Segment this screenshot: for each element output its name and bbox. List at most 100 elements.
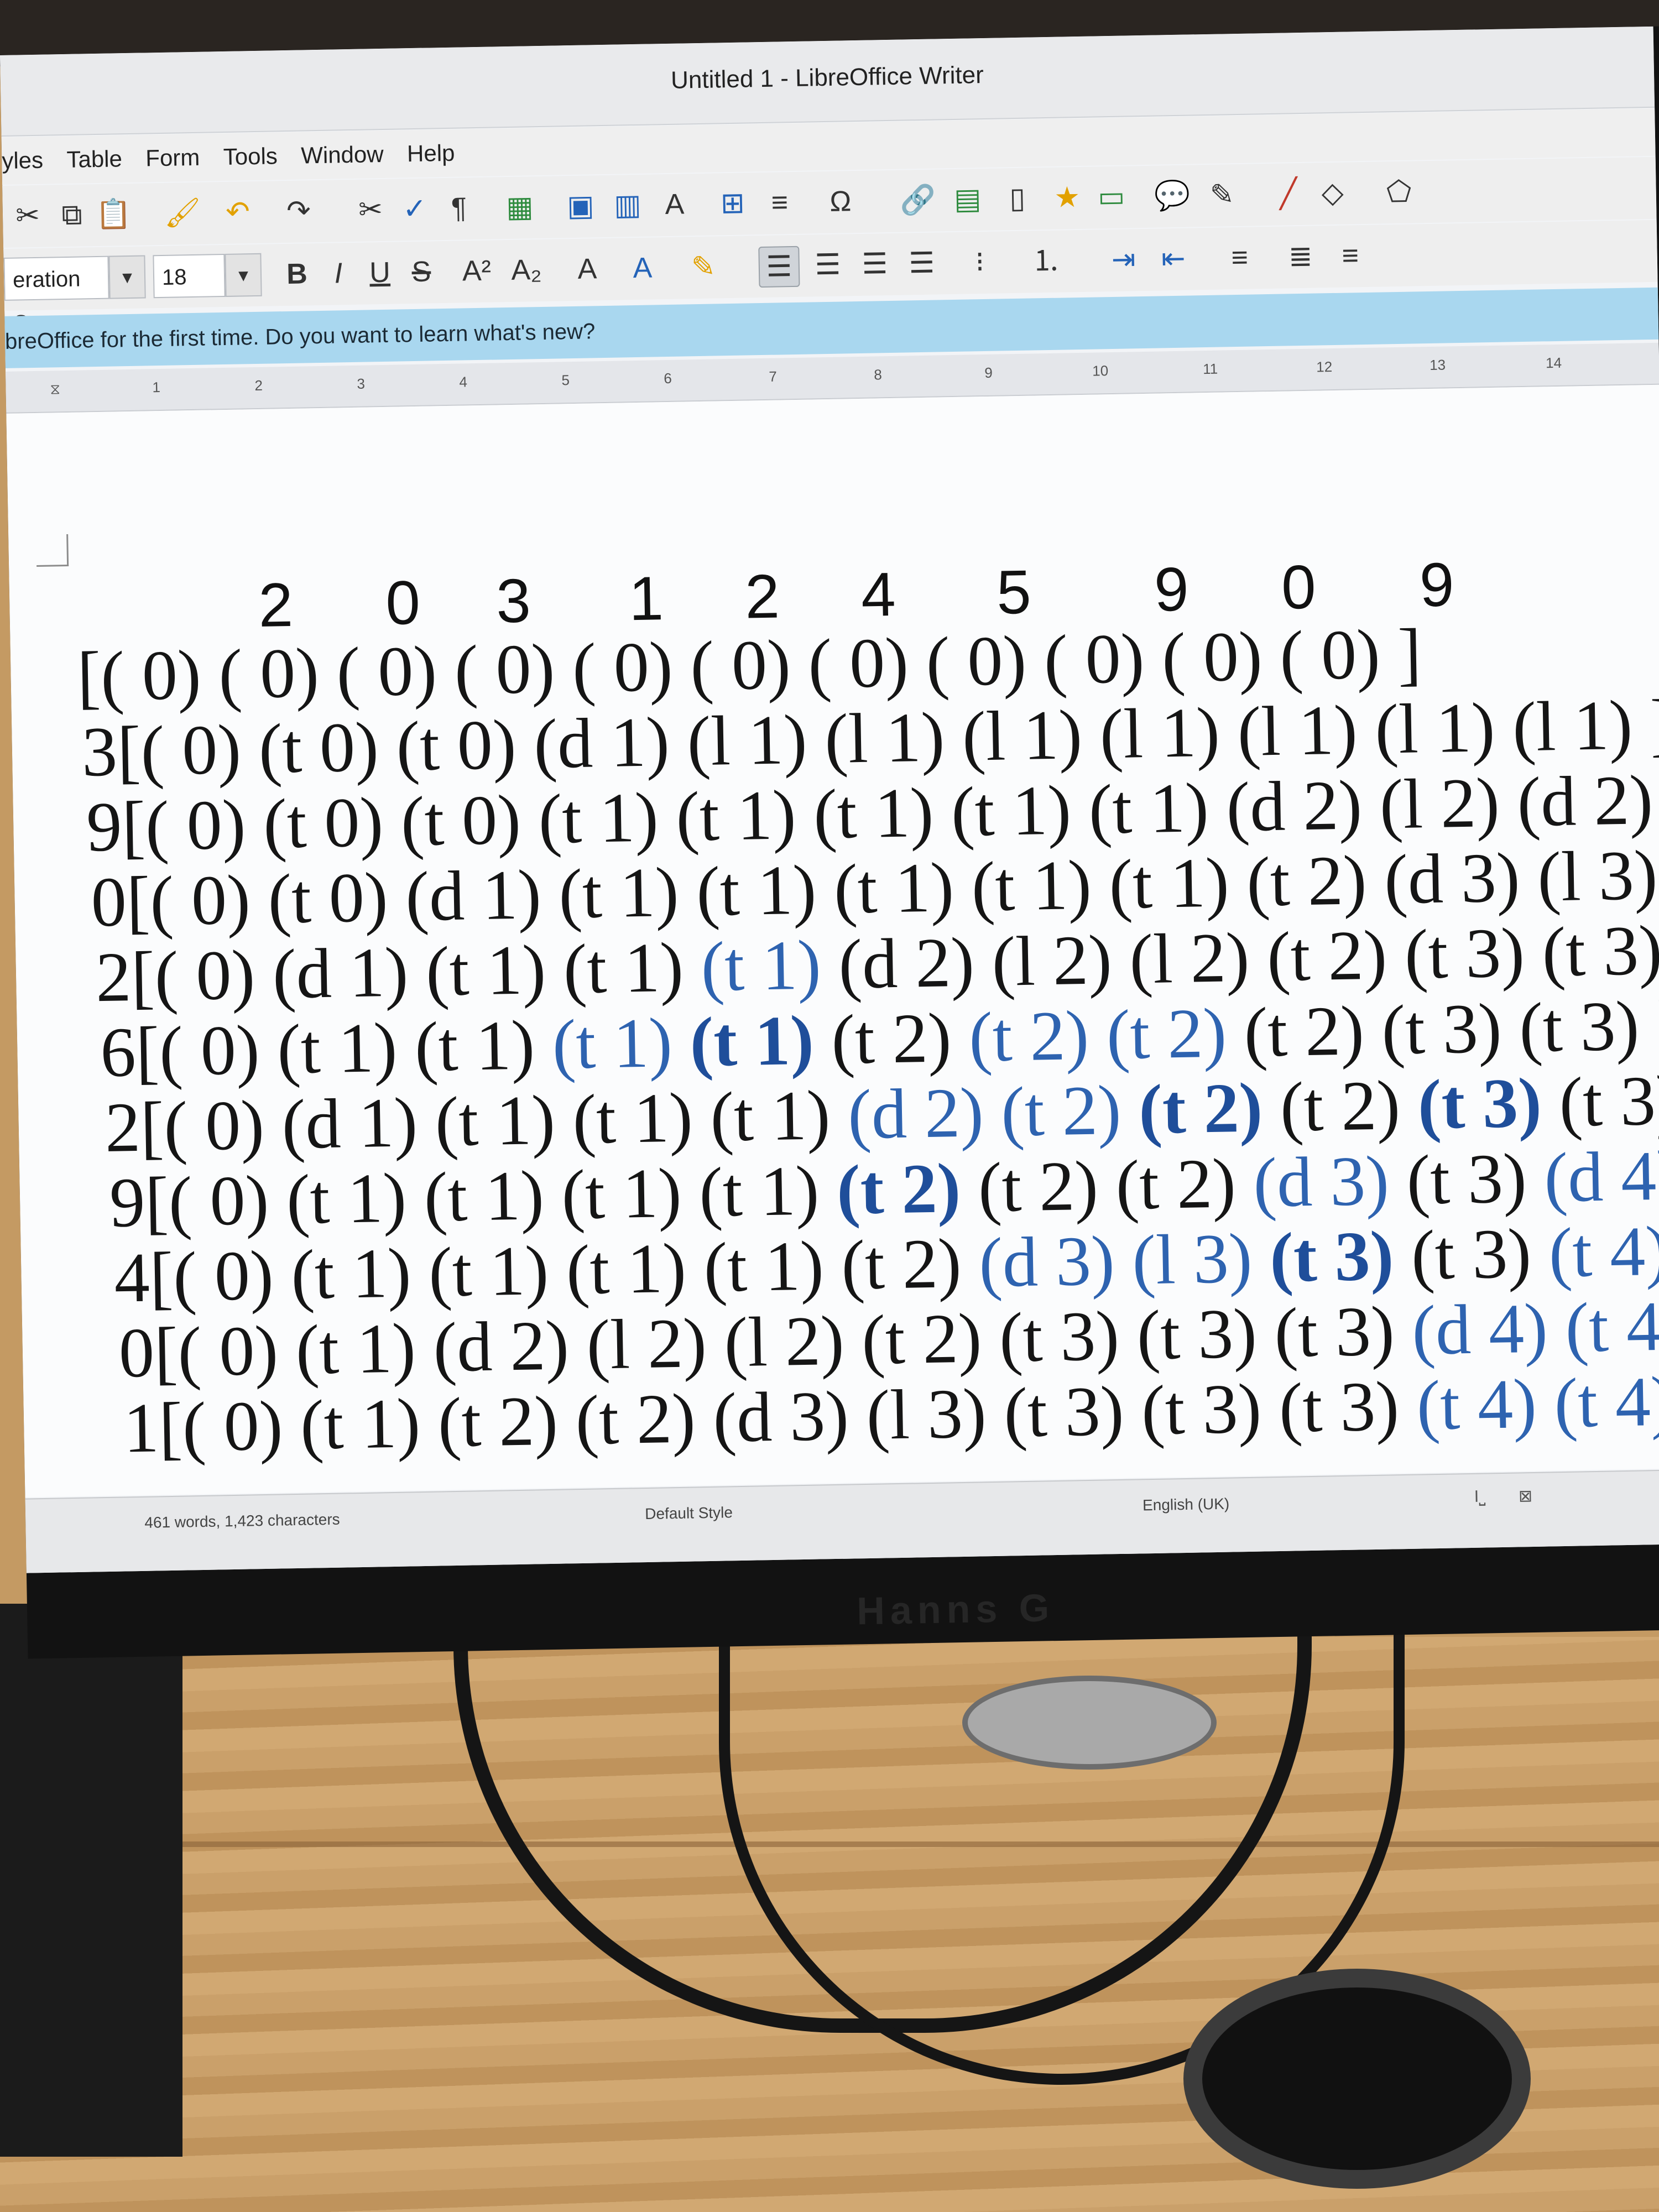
- decrease-indent-icon[interactable]: ⇤: [1154, 239, 1193, 278]
- matrix-cell: (t 1): [561, 1153, 682, 1234]
- row-prefix: 9[: [86, 786, 147, 867]
- matrix-cell: ( 0): [807, 623, 910, 703]
- word-count[interactable]: 461 words, 1,423 characters: [144, 1511, 340, 1532]
- shadow-icon[interactable]: A: [567, 249, 607, 289]
- ruler-mark: 3: [357, 375, 366, 392]
- bold-icon[interactable]: B: [277, 254, 316, 294]
- shapes-icon[interactable]: ◇: [1313, 173, 1352, 212]
- row-close-bracket: ]: [1379, 614, 1422, 693]
- font-color-icon[interactable]: A: [623, 248, 662, 288]
- formatting-marks-icon[interactable]: ¶: [439, 189, 478, 228]
- hyperlink-icon[interactable]: 🔗: [898, 180, 937, 220]
- subscript-icon[interactable]: A₂: [507, 251, 546, 290]
- matrix-cell: (t 2): [1138, 1068, 1264, 1149]
- menu-styles[interactable]: yles: [2, 137, 44, 185]
- menu-form[interactable]: Form: [145, 134, 200, 182]
- matrix-cell: (d 3): [1253, 1141, 1390, 1222]
- menu-help[interactable]: Help: [406, 129, 455, 178]
- cross-reference-icon[interactable]: ▭: [1092, 177, 1131, 216]
- matrix-cell: (l 2): [586, 1303, 707, 1384]
- menu-tools[interactable]: Tools: [223, 132, 278, 181]
- chevron-down-icon[interactable]: ▼: [108, 255, 146, 299]
- row-close-bracket: ]: [1652, 760, 1659, 839]
- matrix-cell: ( 0): [149, 860, 251, 941]
- line-icon[interactable]: ╱: [1269, 174, 1308, 213]
- font-size-box[interactable]: 18: [153, 253, 226, 299]
- font-name-box[interactable]: eration Se: [3, 255, 109, 336]
- language[interactable]: English (UK): [1142, 1495, 1230, 1515]
- superscript-icon[interactable]: A²: [457, 251, 496, 290]
- strikethrough-icon[interactable]: S: [401, 252, 441, 291]
- line-spacing-icon[interactable]: ≡: [1220, 238, 1259, 277]
- selection-mode-icon[interactable]: ⊠: [1519, 1486, 1533, 1506]
- special-character-icon[interactable]: Ω: [821, 182, 860, 221]
- matrix-cell: (t 1): [700, 925, 822, 1006]
- matrix-cell: (t 1): [276, 1008, 398, 1089]
- page-break-icon[interactable]: ⊞: [713, 184, 752, 223]
- matrix-cell: (t 0): [400, 780, 521, 861]
- undo-icon[interactable]: ↶: [218, 192, 257, 232]
- matrix-cell: (l 1): [824, 697, 946, 779]
- draw-functions-icon[interactable]: ⬠: [1379, 172, 1418, 211]
- matrix-cell: (t 4): [1548, 1211, 1659, 1292]
- insert-chart-icon[interactable]: ▥: [608, 186, 647, 225]
- document-page[interactable]: 2031245909 [( 0) ( 0) ( 0) ( 0) ( 0) ( 0…: [6, 384, 1659, 1498]
- find-replace-icon[interactable]: ✂: [351, 190, 390, 229]
- insert-mode-icon[interactable]: I⎵: [1474, 1488, 1486, 1506]
- increase-indent-icon[interactable]: ⇥: [1104, 240, 1143, 279]
- italic-icon[interactable]: I: [319, 254, 358, 293]
- header-footer-icon[interactable]: ▯: [998, 179, 1037, 218]
- insert-table-icon[interactable]: ▦: [500, 187, 539, 227]
- align-right-icon[interactable]: ☰: [855, 244, 894, 284]
- track-changes-icon[interactable]: ✎: [1202, 175, 1241, 215]
- ruler-mark: 5: [561, 372, 570, 389]
- footnote-icon[interactable]: ▤: [948, 180, 987, 219]
- numbering-icon[interactable]: ⒈: [1026, 241, 1066, 280]
- matrix-cell: (t 1): [689, 1000, 815, 1082]
- matrix-cell: ( 0): [1279, 614, 1381, 695]
- ruler-indent-marker[interactable]: ⧖: [50, 380, 60, 398]
- insert-field-icon[interactable]: ≡: [760, 183, 799, 222]
- align-center-icon[interactable]: ☰: [808, 245, 847, 284]
- ruler-mark: 9: [984, 364, 993, 382]
- underline-icon[interactable]: U: [360, 253, 399, 292]
- align-left-icon[interactable]: ☰: [758, 246, 800, 288]
- paragraph-spacing-icon[interactable]: ≣: [1281, 237, 1320, 276]
- redo-icon[interactable]: ↷: [279, 191, 318, 231]
- comment-icon[interactable]: 💬: [1152, 176, 1192, 215]
- matrix-cell: (d 1): [533, 702, 670, 784]
- matrix-cell: (t 4): [1564, 1286, 1659, 1367]
- matrix-cell: ( 0): [181, 1386, 284, 1467]
- matrix-cell: (t 3): [1141, 1369, 1262, 1450]
- row-prefix: 0[: [90, 862, 151, 942]
- spelling-icon[interactable]: ✓: [395, 189, 434, 228]
- ruler-mark: 4: [459, 373, 468, 390]
- bullets-icon[interactable]: ⁝: [960, 243, 999, 282]
- row-prefix: 1[: [123, 1387, 184, 1468]
- menu-table[interactable]: Table: [66, 135, 123, 184]
- matrix-cell: (t 2): [575, 1379, 696, 1460]
- matrix-cell: (t 1): [950, 770, 1072, 852]
- ruler-mark: 11: [1202, 360, 1218, 378]
- menu-window[interactable]: Window: [300, 131, 384, 180]
- clone-formatting-icon[interactable]: 🖌: [163, 194, 202, 233]
- matrix-cell: ( 0): [140, 709, 242, 790]
- copy-icon[interactable]: ⧉: [52, 195, 91, 234]
- cut-icon[interactable]: ✂: [8, 196, 47, 236]
- insert-textbox-icon[interactable]: A: [655, 185, 694, 224]
- matrix-cell: (t 4): [1553, 1361, 1659, 1443]
- bookmark-icon[interactable]: ★: [1047, 178, 1087, 217]
- matrix-cell: (t 2): [968, 995, 1090, 1077]
- matrix-cell: (t 2): [836, 1149, 962, 1229]
- matrix-cell: (t 2): [977, 1146, 1099, 1227]
- justify-icon[interactable]: ☰: [902, 243, 941, 283]
- matrix-cell: (l 1): [1237, 690, 1358, 771]
- page-style[interactable]: Default Style: [645, 1504, 733, 1523]
- insert-image-icon[interactable]: ▣: [561, 186, 600, 226]
- chevron-down-icon[interactable]: ▼: [225, 253, 262, 297]
- header-digit: 3: [495, 566, 531, 636]
- indent-list-icon[interactable]: ≡: [1331, 236, 1370, 275]
- highlight-icon[interactable]: ✎: [684, 247, 723, 286]
- writer-window: Untitled 1 - LibreOffice Writer yles Tab…: [0, 26, 1659, 1573]
- paste-icon[interactable]: 📋: [93, 195, 133, 234]
